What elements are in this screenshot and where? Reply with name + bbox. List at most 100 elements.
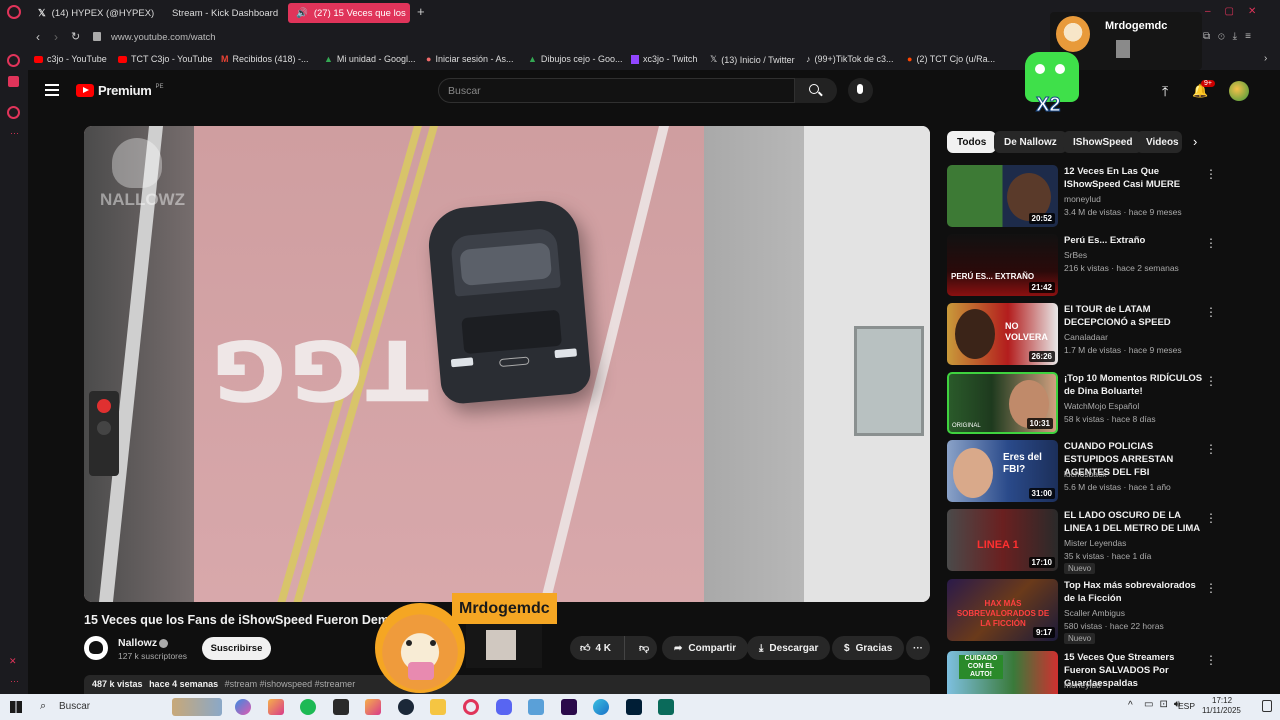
bookmark-item[interactable]: 𝕏 (13) Inicio / Twitter <box>710 54 795 65</box>
share-button[interactable]: ➦ Compartir <box>662 636 749 660</box>
recommendation-channel[interactable]: moneylud <box>1064 194 1101 204</box>
tray-chevron-up-icon[interactable]: ^ <box>1128 700 1133 711</box>
epic-games-icon[interactable] <box>333 699 349 715</box>
bookmark-item[interactable]: xc3jo - Twitch <box>631 54 697 64</box>
opera-logo-icon[interactable] <box>7 5 21 19</box>
instagram-icon[interactable] <box>365 699 381 715</box>
channel-name[interactable]: Nallowz <box>118 637 157 649</box>
recommendation-channel[interactable]: WatchMojo Español <box>1064 401 1139 411</box>
tab-kick[interactable]: Stream - Kick Dashboard <box>158 3 284 23</box>
recommendation-channel[interactable]: Scaller Ambigus <box>1064 608 1125 618</box>
recommendation-item[interactable]: PERÚ ES... EXTRAÑO 21:42 Perú Es... Extr… <box>947 234 1247 298</box>
extension-icons[interactable]: ⧉⊙⤓≡ <box>1203 31 1259 42</box>
avatar[interactable] <box>1229 81 1249 101</box>
recommendation-channel[interactable]: Canaladaar <box>1064 332 1108 342</box>
photoshop-icon[interactable] <box>626 699 642 715</box>
bookmark-item[interactable]: ● Iniciar sesión - As... <box>426 54 513 64</box>
video-player[interactable]: TGG NALLOWZ <box>84 126 930 602</box>
more-vertical-icon[interactable]: ⋮ <box>1205 167 1217 181</box>
recommendation-title[interactable]: EL LADO OSCURO DE LA LINEA 1 DEL METRO D… <box>1064 509 1204 535</box>
recommendation-item[interactable]: NO VOLVERA 26:26 El TOUR de LATAM DECEPC… <box>947 303 1247 367</box>
instagram-icon[interactable] <box>268 699 284 715</box>
recommendation-channel[interactable]: SrBes <box>1064 250 1087 260</box>
opera-icon[interactable] <box>463 699 479 715</box>
steam-icon[interactable] <box>398 699 414 715</box>
recommendation-item[interactable]: CUIDADO CON EL AUTO! 15 Veces Que Stream… <box>947 651 1247 694</box>
more-vertical-icon[interactable]: ⋮ <box>1205 236 1217 250</box>
recommendation-title[interactable]: El TOUR de LATAM DECEPCIONÓ a SPEED <box>1064 303 1204 329</box>
bookmark-item[interactable]: M Recibidos (418) -... <box>221 54 309 64</box>
video-thumbnail[interactable]: CUIDADO CON EL AUTO! <box>947 651 1058 694</box>
recommendation-channel[interactable]: Mister Leyendas <box>1064 538 1126 548</box>
download-button[interactable]: ⤓ Descargar <box>747 636 831 660</box>
clock-time[interactable]: 17:12 <box>1212 696 1232 705</box>
taskbar-search[interactable]: ⌕ Buscar <box>34 697 224 717</box>
youtube-logo[interactable]: Premium PE <box>76 83 164 98</box>
bookmarks-more-icon[interactable]: › <box>1264 53 1267 64</box>
recommendation-title[interactable]: Top Hax más sobrevalorados de la Ficción <box>1064 579 1204 605</box>
menu-icon[interactable] <box>45 84 59 96</box>
bookmark-item[interactable]: c3jo - YouTube <box>34 54 107 64</box>
recommendation-title[interactable]: ¡Top 10 Momentos RIDÍCULOS de Dina Bolua… <box>1064 372 1204 398</box>
video-thumbnail[interactable]: 20:52 <box>947 165 1058 227</box>
video-thumbnail[interactable]: Eres del FBI? 31:00 <box>947 440 1058 502</box>
url-field[interactable]: www.youtube.com/watch <box>111 32 216 43</box>
video-thumbnail[interactable]: NO VOLVERA 26:26 <box>947 303 1058 365</box>
hashtags[interactable]: #stream #ishowspeed #streamer <box>225 679 356 689</box>
bookmark-item[interactable]: ▲ Mi unidad - Googl... <box>324 54 415 64</box>
bookmark-item[interactable]: ● (2) TCT Cjo (u/Ra... <box>907 54 995 64</box>
bookmark-item[interactable]: ♪ (99+)TikTok de c3... <box>806 54 893 64</box>
voice-search-button[interactable] <box>848 78 873 103</box>
crypto-wallet-icon[interactable] <box>8 76 19 87</box>
recommendation-item[interactable]: HAX MÁS SOBREVALORADOS DE LA FICCIÓN 9:1… <box>947 579 1247 644</box>
more-vertical-icon[interactable]: ⋮ <box>1205 653 1217 667</box>
search-button[interactable] <box>795 78 837 103</box>
bookmark-item[interactable]: ▲ Dibujos cejo - Goo... <box>528 54 622 64</box>
more-vertical-icon[interactable]: ⋮ <box>1205 581 1217 595</box>
premiere-icon[interactable] <box>561 699 577 715</box>
recommendation-title[interactable]: Perú Es... Extraño <box>1064 234 1204 247</box>
more-vertical-icon[interactable]: ⋮ <box>1205 442 1217 456</box>
more-vertical-icon[interactable]: ⋮ <box>1205 305 1217 319</box>
thanks-button[interactable]: $ Gracias <box>832 636 905 660</box>
tab-twitter[interactable]: 𝕏 (14) HYPEX (@HYPEX) / X <box>30 3 155 23</box>
recommendation-channel[interactable]: moneylud <box>1064 680 1101 690</box>
video-thumbnail[interactable]: ORIGINAL 10:31 <box>947 372 1058 434</box>
chip-ishowspeed[interactable]: IShowSpeed <box>1063 131 1143 153</box>
back-icon[interactable]: ‹ <box>36 30 40 44</box>
recommendation-channel[interactable]: luchosback <box>1064 469 1107 479</box>
recommendation-item[interactable]: ORIGINAL 10:31 ¡Top 10 Momentos RIDÍCULO… <box>947 372 1247 436</box>
whatsapp-icon[interactable] <box>7 106 20 119</box>
description-box[interactable]: 487 k vistas hace 4 semanas #stream #ish… <box>84 675 930 694</box>
reload-icon[interactable]: ↻ <box>71 30 80 43</box>
copilot-icon[interactable] <box>235 699 251 715</box>
recommendation-title[interactable]: 12 Veces En Las Que IShowSpeed Casi MUER… <box>1064 165 1204 191</box>
app-icon[interactable] <box>658 699 674 715</box>
bookmark-item[interactable]: TCT C3jo - YouTube <box>118 54 213 64</box>
notifications-button[interactable]: 🔔 9+ <box>1192 80 1215 99</box>
subscribe-button[interactable]: Suscribirse <box>202 637 271 660</box>
video-thumbnail[interactable]: PERÚ ES... EXTRAÑO 21:42 <box>947 234 1058 296</box>
more-vertical-icon[interactable]: ⋮ <box>1205 374 1217 388</box>
sidebar-more-icon[interactable]: ··· <box>10 128 19 138</box>
notepad-icon[interactable] <box>528 699 544 715</box>
chip-de-nallowz[interactable]: De Nallowz <box>994 131 1067 153</box>
like-button[interactable]: 👍︎ 4 K <box>570 636 625 660</box>
spotify-icon[interactable] <box>300 699 316 715</box>
recommendation-item[interactable]: LINEA 1 17:10 EL LADO OSCURO DE LA LINEA… <box>947 509 1247 574</box>
dislike-button[interactable]: 👎︎ <box>631 642 649 654</box>
channel-avatar[interactable] <box>84 636 108 660</box>
recommendation-item[interactable]: Eres del FBI? 31:00 CUANDO POLICIAS ESTU… <box>947 440 1247 504</box>
notification-center-icon[interactable] <box>1262 700 1272 712</box>
search-input[interactable]: Buscar <box>438 78 795 103</box>
more-vertical-icon[interactable]: ⋮ <box>1205 511 1217 525</box>
forward-icon[interactable]: › <box>54 30 58 44</box>
clock-date[interactable]: 11/11/2025 <box>1202 706 1241 715</box>
upload-icon[interactable]: ⤒ <box>1162 83 1168 100</box>
discord-icon[interactable] <box>496 699 512 715</box>
aria-icon[interactable] <box>7 54 20 67</box>
sidebar-menu-icon[interactable]: ··· <box>10 676 19 686</box>
tab-youtube[interactable]: 🔊 (27) 15 Veces que los <box>288 3 410 23</box>
video-thumbnail[interactable]: HAX MÁS SOBREVALORADOS DE LA FICCIÓN 9:1… <box>947 579 1058 641</box>
edge-icon[interactable] <box>593 699 609 715</box>
